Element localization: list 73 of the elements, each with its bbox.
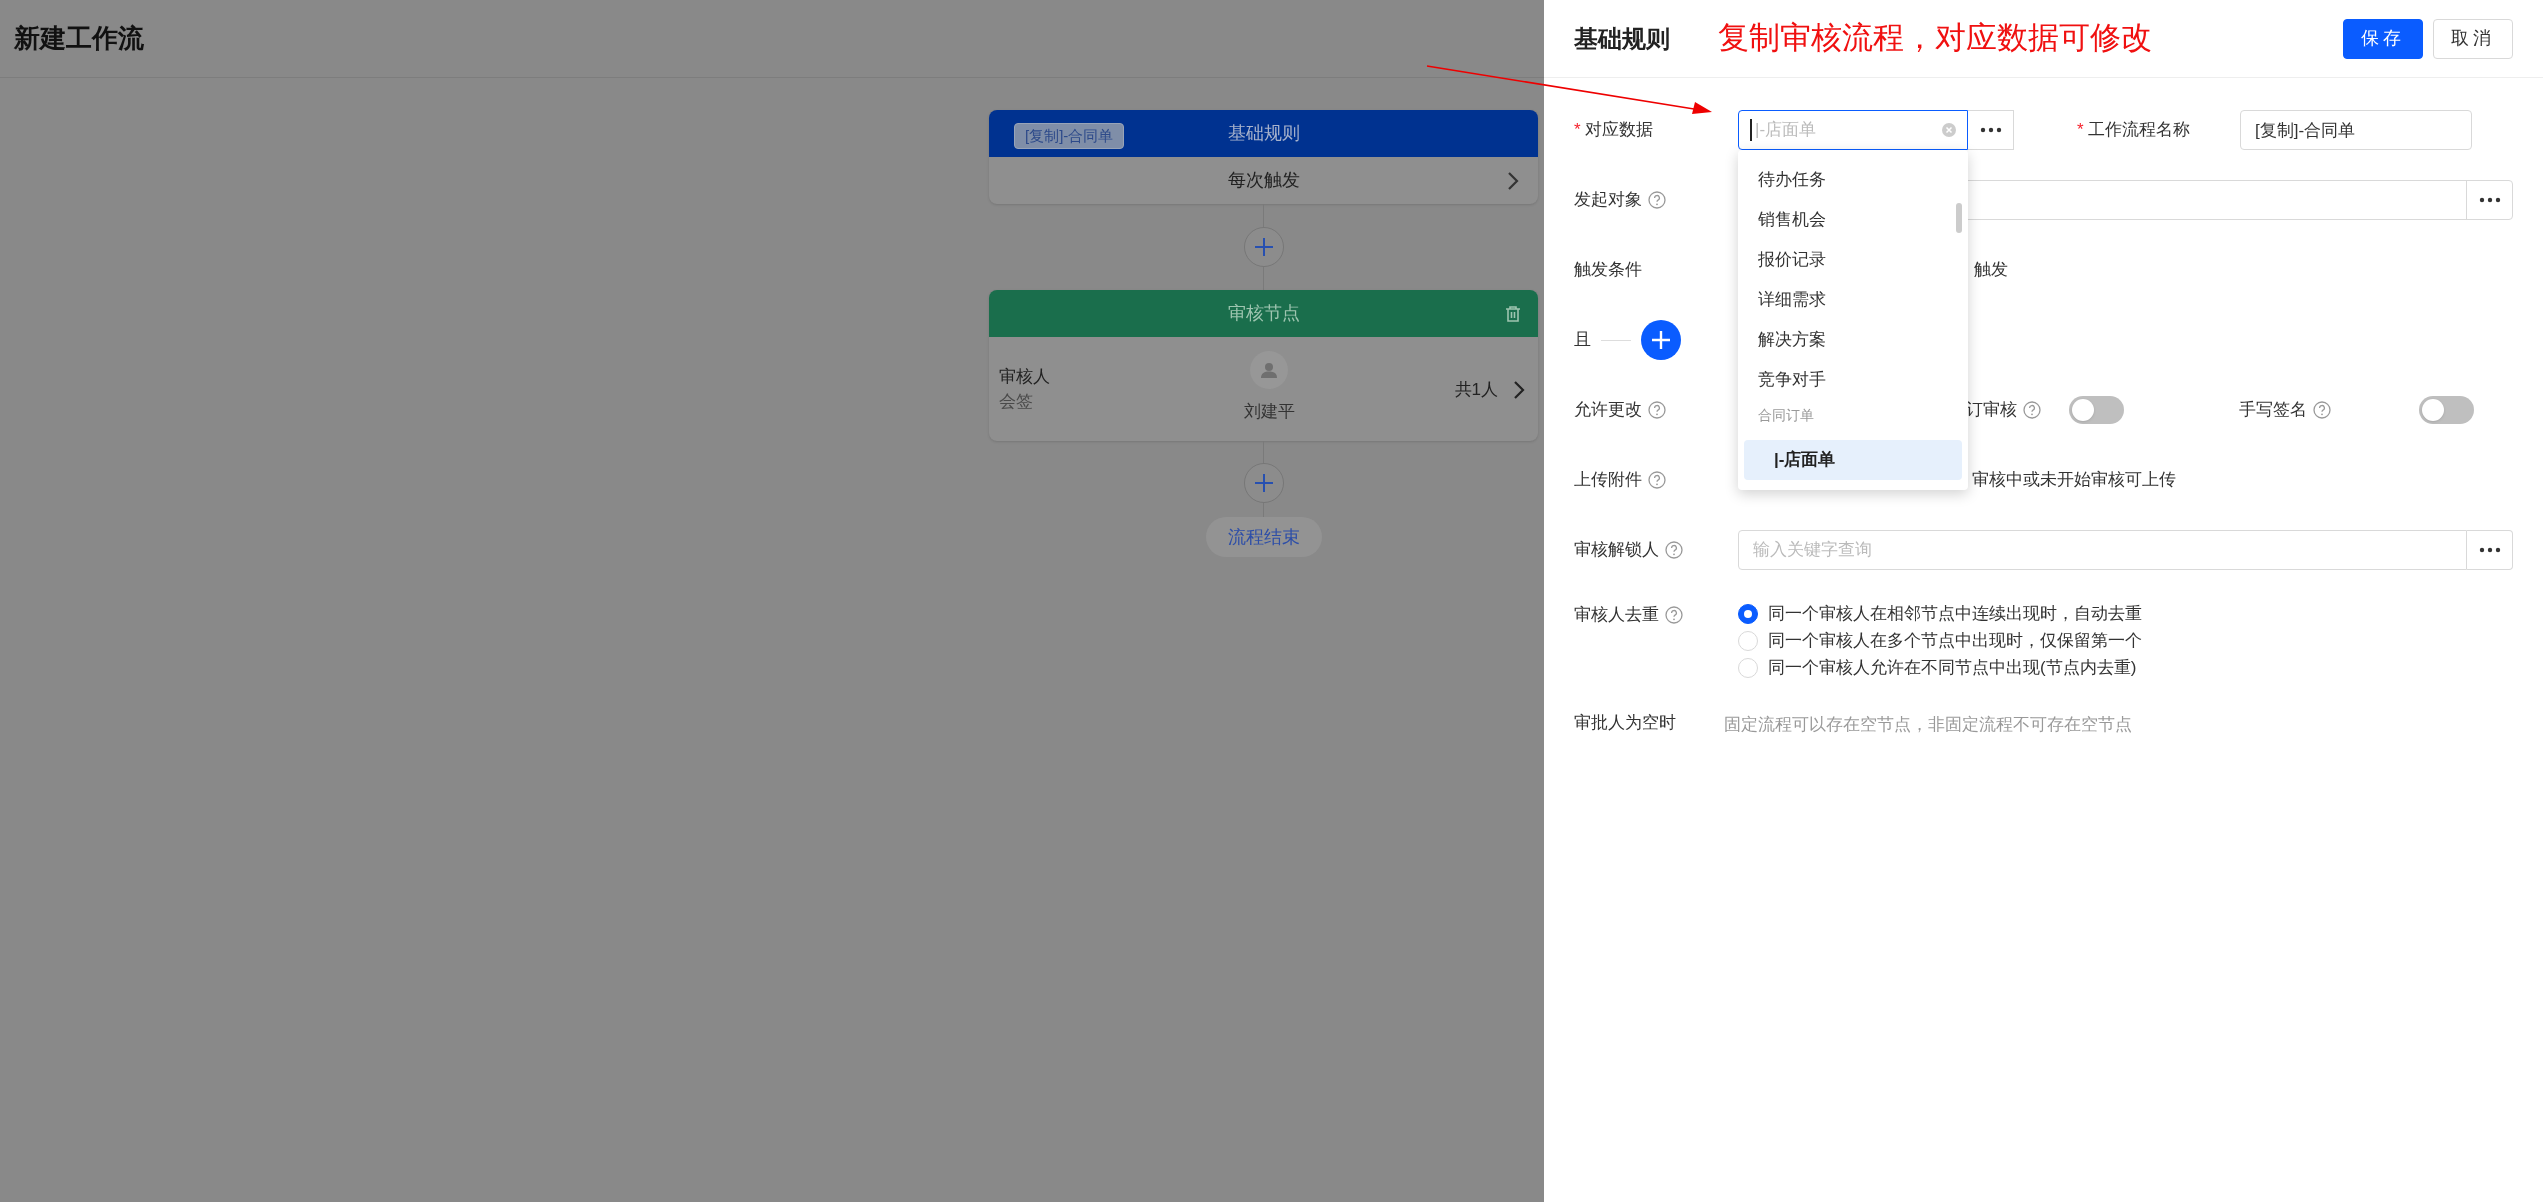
unlocker-field[interactable]: 输入关键字查询 — [1738, 530, 2467, 570]
field-label: 手写签名 — [2239, 399, 2307, 422]
field-label: 审批人为空时 — [1574, 712, 1676, 734]
page-title: 新建工作流 — [14, 22, 144, 55]
field-label: 工作流程名称 — [2087, 119, 2190, 142]
required-mark: * — [1574, 119, 1581, 142]
required-mark: * — [2077, 119, 2084, 142]
node-text: 每次触发 — [1227, 169, 1300, 192]
radio-option[interactable]: 同一个审核人在相邻节点中连续出现时，自动去重 — [1738, 600, 2142, 627]
hint-text: 固定流程可以存在空节点，非固定流程不可存在空节点 — [1724, 714, 2132, 736]
cancel-button[interactable]: 取消 — [2433, 18, 2513, 59]
radio-button[interactable] — [1738, 603, 1758, 624]
chevron-right-icon — [1512, 379, 1526, 400]
group-label: 合同订单 — [1757, 405, 1815, 425]
approver-count: 共1人 — [1454, 379, 1498, 401]
field-label: 审核解锁人 — [1574, 539, 1659, 562]
trigger-node[interactable]: [复制]-合同单 基础规则 每次触发 — [989, 110, 1538, 204]
dropdown-option[interactable]: 竞争对手 — [1738, 360, 1968, 400]
help-icon — [1665, 605, 1683, 624]
ellipsis-icon — [1979, 127, 2002, 133]
scrollbar-thumb[interactable] — [1956, 203, 1962, 233]
approval-mode: 会签 — [999, 391, 1034, 413]
save-button[interactable]: 保存 — [2343, 18, 2423, 59]
dropdown-option[interactable]: 报价记录 — [1738, 240, 1968, 280]
chevron-right-icon — [1506, 171, 1520, 191]
ellipsis-icon — [2478, 547, 2501, 553]
radio-option[interactable]: 同一个审核人在多个节点中出现时，仅保留第一个 — [1738, 627, 2142, 654]
field-label: 对应数据 — [1584, 119, 1653, 142]
toggle-switch[interactable] — [2419, 396, 2474, 424]
dropdown-option[interactable]: 解决方案 — [1738, 320, 1968, 360]
plus-icon — [1652, 331, 1670, 349]
help-icon — [1648, 471, 1666, 489]
help-icon — [2313, 401, 2331, 419]
clear-icon — [1942, 123, 1956, 137]
plus-icon — [1253, 237, 1274, 257]
node-title: 基础规则 — [1227, 122, 1300, 145]
add-node-button[interactable] — [1243, 463, 1284, 503]
approval-node[interactable]: 审核节点 审核人 会签 刘建平 共1人 — [989, 290, 1538, 441]
data-select-field[interactable]: |-店面单 — [1738, 110, 1968, 150]
add-node-button[interactable] — [1243, 227, 1284, 267]
text-cursor — [1750, 119, 1752, 141]
help-icon — [2023, 401, 2041, 419]
toggle-switch[interactable] — [2069, 396, 2124, 424]
tag: [复制]-合同单 — [1014, 123, 1125, 149]
workflow-name-field[interactable]: [复制]-合同单 — [2240, 110, 2472, 150]
field-label: 允许更改 — [1574, 399, 1642, 422]
help-icon — [1648, 401, 1666, 419]
panel-title: 基础规则 — [1574, 23, 1670, 54]
flow-end-pill: 流程结束 — [1205, 517, 1322, 557]
add-condition-button[interactable] — [1641, 320, 1681, 360]
field-label: 审核人去重 — [1574, 604, 1659, 626]
dropdown-option[interactable]: 待办任务 — [1738, 160, 1968, 200]
trigger-value: 触发 — [1974, 259, 2008, 282]
annotation-text: 复制审核流程，对应数据可修改 — [1718, 19, 2152, 58]
dropdown-option[interactable]: 销售机会 — [1738, 200, 1968, 240]
field-label: 发起对象 — [1574, 189, 1642, 212]
and-label: 且 — [1574, 329, 1591, 352]
person-name: 刘建平 — [1243, 401, 1295, 423]
plus-icon — [1253, 473, 1274, 493]
field-label: 上传附件 — [1574, 469, 1642, 492]
person-icon — [1260, 361, 1278, 379]
checkbox-label: 审核中或未开始审核可上传 — [1972, 469, 2176, 492]
field-label: 订审核 — [1966, 399, 2017, 422]
radio-option[interactable]: 同一个审核人允许在不同节点中出现(节点内去重) — [1738, 654, 2142, 681]
help-icon — [1665, 541, 1683, 559]
dropdown-option[interactable]: |-店面单 — [1744, 440, 1962, 480]
dropdown-option[interactable]: 详细需求 — [1738, 280, 1968, 320]
node-title: 审核节点 — [1227, 302, 1300, 325]
help-icon — [1648, 191, 1666, 209]
ellipsis-icon — [2478, 197, 2501, 203]
field-label: 触发条件 — [1574, 259, 1642, 282]
trash-icon — [1504, 305, 1522, 323]
approver-label: 审核人 — [999, 365, 1050, 388]
